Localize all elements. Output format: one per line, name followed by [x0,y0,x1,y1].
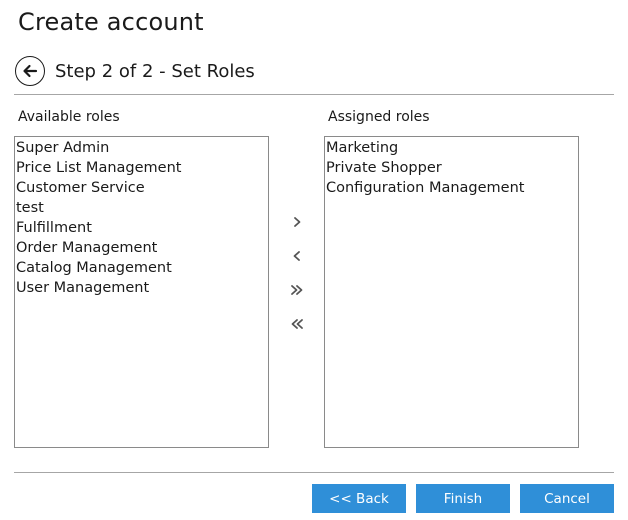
step-title: Step 2 of 2 - Set Roles [55,61,255,82]
remove-all-roles-button[interactable] [287,314,307,334]
list-item[interactable]: Super Admin [15,138,268,158]
double-chevron-right-icon [291,285,303,295]
back-button[interactable]: << Back [312,484,406,513]
list-item[interactable]: Fulfillment [15,218,268,238]
footer-divider [14,472,614,473]
add-all-roles-button[interactable] [287,280,307,300]
back-step-button[interactable] [15,56,45,86]
list-item[interactable]: User Management [15,278,268,298]
list-item[interactable]: Private Shopper [325,158,578,178]
chevron-right-icon [294,217,301,227]
list-item[interactable]: Customer Service [15,178,268,198]
chevron-left-icon [293,251,300,261]
finish-button[interactable]: Finish [416,484,510,513]
available-roles-label: Available roles [18,109,120,125]
remove-role-button[interactable] [287,246,307,266]
page-title: Create account [18,8,204,36]
double-chevron-left-icon [291,319,303,329]
cancel-button[interactable]: Cancel [520,484,614,513]
add-role-button[interactable] [287,212,307,232]
header-divider [14,94,614,95]
assigned-roles-list[interactable]: Marketing Private Shopper Configuration … [324,136,579,448]
list-item[interactable]: Catalog Management [15,258,268,278]
list-item[interactable]: Marketing [325,138,578,158]
assigned-roles-label: Assigned roles [328,109,430,125]
list-item[interactable]: Configuration Management [325,178,578,198]
arrow-left-icon [23,64,38,78]
available-roles-list[interactable]: Super Admin Price List Management Custom… [14,136,269,448]
list-item[interactable]: test [15,198,268,218]
list-item[interactable]: Price List Management [15,158,268,178]
list-item[interactable]: Order Management [15,238,268,258]
